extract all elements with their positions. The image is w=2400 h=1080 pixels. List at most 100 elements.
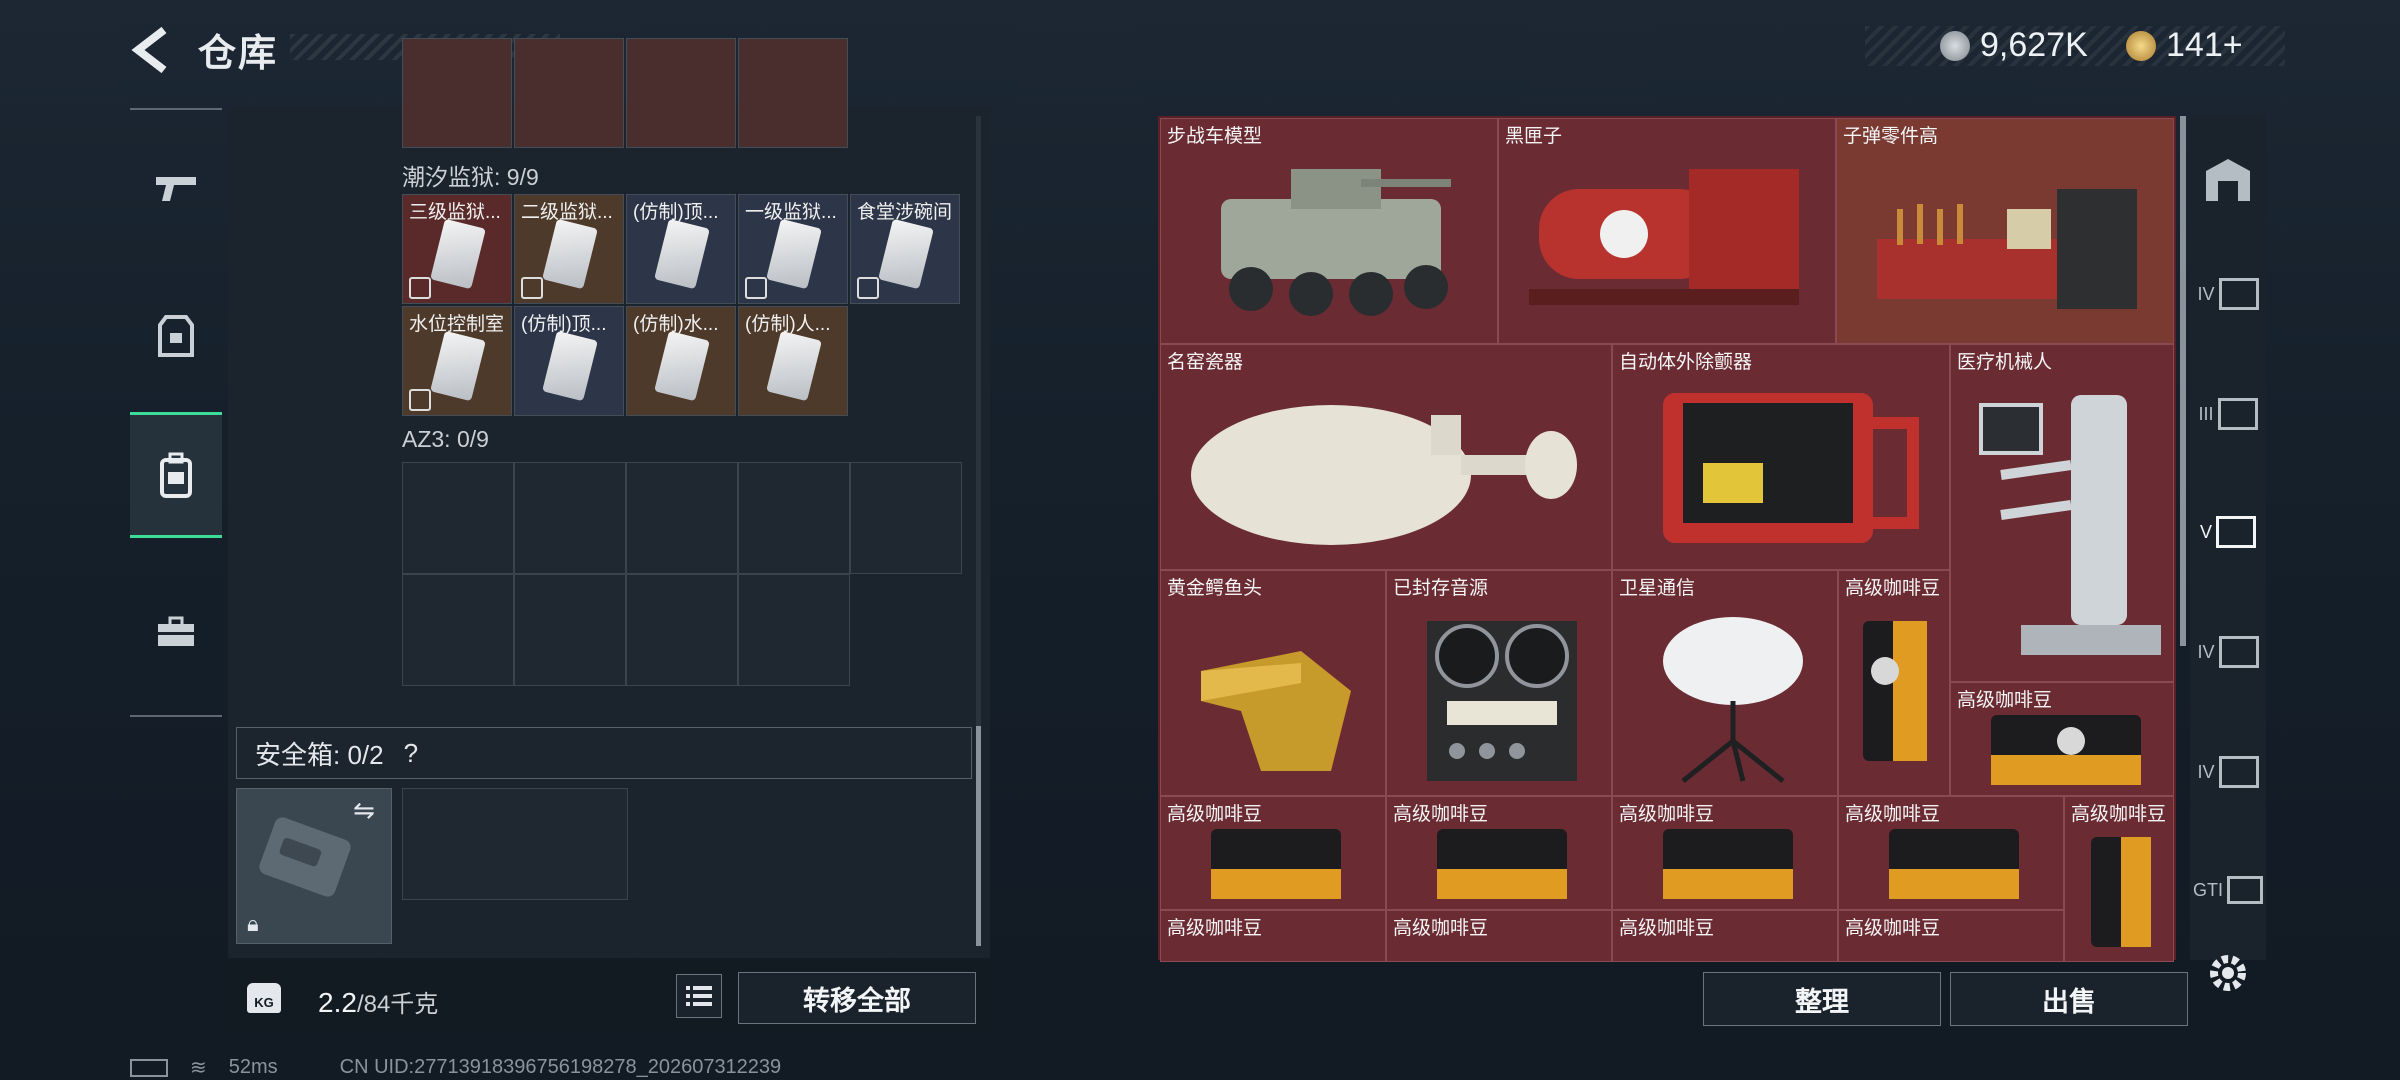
help-icon[interactable]: ? bbox=[404, 738, 418, 769]
keycard-item[interactable]: 食堂涉碗间 bbox=[850, 194, 960, 304]
coin-amount: 9,627K bbox=[1980, 26, 2088, 64]
item-cell-partial[interactable] bbox=[402, 38, 512, 148]
tier-label: III bbox=[2198, 403, 2214, 424]
keycard-item[interactable]: (仿制)人... bbox=[738, 306, 848, 416]
empty-slot[interactable] bbox=[514, 574, 626, 686]
black-box-icon bbox=[1529, 169, 1799, 305]
empty-slot[interactable] bbox=[626, 574, 738, 686]
item-cell-partial[interactable] bbox=[626, 38, 736, 148]
empty-slot[interactable] bbox=[626, 462, 738, 574]
loot-item-coffee[interactable]: 高级咖啡豆 bbox=[1838, 910, 2064, 962]
keycard-icon bbox=[878, 218, 934, 290]
loot-item-defibrillator[interactable]: 自动体外除颤器 bbox=[1612, 344, 1950, 570]
loot-item-coffee[interactable]: 高级咖啡豆 bbox=[1386, 796, 1612, 910]
sort-button[interactable]: 整理 bbox=[1703, 972, 1941, 1026]
loot-scroll-thumb[interactable] bbox=[2180, 116, 2186, 646]
rail-container-4[interactable]: IV bbox=[2190, 602, 2266, 702]
scroll-thumb[interactable] bbox=[976, 726, 981, 946]
loot-item-black-box[interactable]: 黑匣子 bbox=[1498, 118, 1836, 344]
tape-recorder-icon bbox=[1427, 621, 1577, 781]
tier-label: IV bbox=[2197, 761, 2215, 782]
loot-item-coffee[interactable]: 高级咖啡豆 bbox=[1612, 910, 1838, 962]
keycard-icon bbox=[542, 218, 598, 290]
settings-gear-icon[interactable] bbox=[2205, 950, 2251, 996]
loot-item-coffee[interactable]: 高级咖啡豆 bbox=[1386, 910, 1612, 962]
empty-slot[interactable] bbox=[402, 574, 514, 686]
safe-case-icon bbox=[259, 817, 351, 897]
keycard-item[interactable]: (仿制)顶... bbox=[626, 194, 736, 304]
rail-container-5[interactable]: IV bbox=[2190, 722, 2266, 822]
swap-icon[interactable]: ⇋ bbox=[353, 795, 375, 826]
loot-item-gold-croc[interactable]: 黄金鳄鱼头 bbox=[1160, 570, 1386, 796]
status-bar: ≋ 52ms CN UID:2771391839675619​8278_2026… bbox=[130, 1055, 781, 1080]
item-cell-partial[interactable] bbox=[514, 38, 624, 148]
rail-toolbox[interactable] bbox=[130, 572, 222, 692]
battery-icon bbox=[130, 1058, 168, 1077]
rail-armor[interactable] bbox=[130, 276, 222, 396]
wifi-icon: ≋ bbox=[190, 1057, 207, 1079]
container-icon bbox=[2217, 398, 2258, 430]
keycard-item[interactable]: 一级监狱... bbox=[738, 194, 848, 304]
loot-item-coffee[interactable]: 高级咖啡豆 bbox=[1838, 570, 1950, 796]
coin-icon bbox=[1940, 30, 1970, 61]
loot-item-sealed-audio[interactable]: 已封存音源 bbox=[1386, 570, 1612, 796]
loot-item-satcom[interactable]: 卫星通信 bbox=[1612, 570, 1838, 796]
ping: 52ms bbox=[228, 1056, 278, 1078]
loot-item-coffee[interactable]: 高级咖啡豆 bbox=[1160, 796, 1386, 910]
loot-item-ifv-model[interactable]: 步战车模型 bbox=[1160, 118, 1498, 344]
rail-container-stash[interactable] bbox=[2190, 130, 2266, 230]
list-icon bbox=[686, 986, 712, 1006]
keycard-item[interactable]: (仿制)顶... bbox=[514, 306, 624, 416]
transfer-all-button[interactable]: 转移全部 bbox=[738, 972, 976, 1024]
keycard-icon bbox=[766, 218, 822, 290]
empty-slot[interactable] bbox=[738, 574, 850, 686]
keycard-item[interactable]: 二级监狱... bbox=[514, 194, 624, 304]
loot-item-porcelain[interactable]: 名窑瓷器 bbox=[1160, 344, 1612, 570]
rail-container-6[interactable]: GTI bbox=[2190, 840, 2266, 940]
page-title: 仓库 bbox=[198, 33, 279, 75]
container-icon bbox=[2218, 278, 2259, 310]
empty-slot[interactable] bbox=[402, 462, 514, 574]
loot-item-medical-robot[interactable]: 医疗机械人 bbox=[1950, 344, 2174, 682]
rail-container-2[interactable]: III bbox=[2190, 364, 2266, 464]
lock-icon: 🔒︎ bbox=[247, 911, 259, 936]
rail-container-1[interactable]: IV bbox=[2190, 244, 2266, 344]
empty-slot[interactable] bbox=[738, 462, 850, 574]
keycard-item[interactable]: (仿制)水... bbox=[626, 306, 736, 416]
loot-item-coffee[interactable]: 高级咖啡豆 bbox=[1160, 910, 1386, 962]
loot-item-coffee[interactable]: 高级咖啡豆 bbox=[2064, 796, 2174, 962]
loot-item-ammo-parts[interactable]: 子弹零件高 bbox=[1836, 118, 2174, 344]
sell-button[interactable]: 出售 bbox=[1950, 972, 2188, 1026]
empty-slot[interactable] bbox=[514, 462, 626, 574]
lock-icon bbox=[409, 389, 431, 411]
coffee-bag-icon bbox=[1863, 621, 1927, 761]
stash-icon bbox=[2206, 159, 2250, 201]
backpack-icon bbox=[160, 452, 192, 498]
empty-slot[interactable] bbox=[850, 462, 962, 574]
weight-max: /84千克 bbox=[356, 991, 439, 1018]
currency-coins[interactable]: 9,627K bbox=[1940, 26, 2088, 65]
list-view-button[interactable] bbox=[676, 974, 722, 1018]
back-arrow-icon[interactable] bbox=[128, 24, 172, 76]
toolbox-icon bbox=[158, 616, 194, 646]
item-cell-partial[interactable] bbox=[738, 38, 848, 148]
prison-label: 潮汐监狱: 9/9 bbox=[402, 164, 539, 190]
storage-scrollbar[interactable] bbox=[976, 116, 981, 946]
keycard-item[interactable]: 三级监狱... bbox=[402, 194, 512, 304]
loot-item-coffee[interactable]: 高级咖啡豆 bbox=[1838, 796, 2064, 910]
currency-premium[interactable]: 141+ bbox=[2126, 26, 2243, 65]
safe-box-item[interactable]: ⇋ 🔒︎ bbox=[236, 788, 392, 944]
ifv-icon bbox=[1221, 169, 1451, 316]
weight-value: 2.2 bbox=[318, 987, 357, 1018]
rail-weapons[interactable] bbox=[130, 128, 222, 248]
keycard-item[interactable]: 水位控制室 bbox=[402, 306, 512, 416]
keycard-icon bbox=[430, 218, 486, 290]
safe-box-header: 安全箱: 0/2 ? bbox=[236, 727, 972, 779]
loot-item-coffee[interactable]: 高级咖啡豆 bbox=[1612, 796, 1838, 910]
container-icon bbox=[2216, 516, 2256, 548]
keycard-icon bbox=[542, 330, 598, 402]
rail-container-3[interactable]: V bbox=[2190, 482, 2266, 582]
rail-backpack[interactable] bbox=[130, 412, 222, 538]
loot-item-coffee[interactable]: 高级咖啡豆 bbox=[1950, 682, 2174, 796]
safe-slots[interactable] bbox=[402, 788, 628, 900]
